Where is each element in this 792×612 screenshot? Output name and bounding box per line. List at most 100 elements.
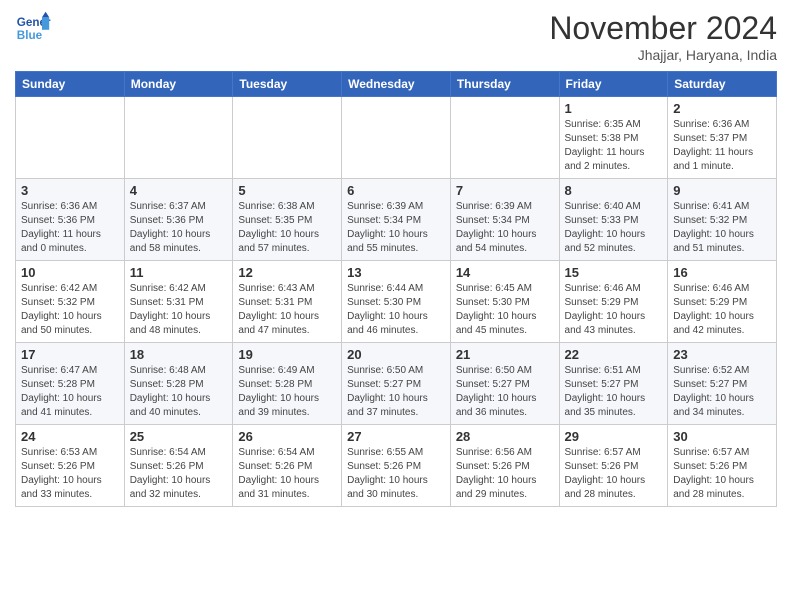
header-row: Sunday Monday Tuesday Wednesday Thursday…	[16, 72, 777, 97]
day-info: Sunrise: 6:42 AM Sunset: 5:31 PM Dayligh…	[130, 282, 228, 338]
table-row: 15 Sunrise: 6:46 AM Sunset: 5:29 PM Dayli…	[559, 261, 668, 343]
table-row: 1Sunrise: 6:35 AM Sunset: 5:38 PM Daylig…	[559, 97, 668, 179]
day-info: Sunrise: 6:44 AM Sunset: 5:30 PM Dayligh…	[347, 282, 445, 338]
day-number: 25	[130, 429, 228, 444]
subtitle: Jhajjar, Haryana, India	[549, 47, 777, 63]
day-info: Sunrise: 6:40 AM Sunset: 5:33 PM Dayligh…	[565, 200, 663, 256]
table-row: 10Sunrise: 6:42 AM Sunset: 5:32 PM Dayli…	[16, 261, 125, 343]
day-number: 23	[673, 347, 771, 362]
day-number: 6	[347, 183, 445, 198]
day-number: 3	[21, 183, 119, 198]
table-row: 19Sunrise: 6:49 AM Sunset: 5:28 PM Dayli…	[233, 343, 342, 425]
day-info: Sunrise: 6:46 AM Sunset: 5:29 PM Dayligh…	[565, 282, 663, 338]
day-number: 15	[565, 265, 663, 280]
day-number: 22	[565, 347, 663, 362]
col-sunday: Sunday	[16, 72, 125, 97]
table-row: 26 Sunrise: 6:54 AM Sunset: 5:26 PM Dayli…	[233, 425, 342, 507]
day-info: Sunrise: 6:53 AM Sunset: 5:26 PM Dayligh…	[21, 446, 119, 502]
day-number: 4	[130, 183, 228, 198]
day-info: Sunrise: 6:36 AM Sunset: 5:36 PM Dayligh…	[21, 200, 119, 256]
table-row: 11 Sunrise: 6:42 AM Sunset: 5:31 PM Dayli…	[124, 261, 233, 343]
table-row: 27 Sunrise: 6:55 AM Sunset: 5:26 PM Dayli…	[342, 425, 451, 507]
calendar-header: Sunday Monday Tuesday Wednesday Thursday…	[16, 72, 777, 97]
col-saturday: Saturday	[668, 72, 777, 97]
calendar-body: 1Sunrise: 6:35 AM Sunset: 5:38 PM Daylig…	[16, 97, 777, 507]
table-row: 17 Sunrise: 6:47 AM Sunset: 5:28 PM Dayli…	[16, 343, 125, 425]
logo-icon: General Blue	[15, 10, 51, 46]
day-info: Sunrise: 6:38 AM Sunset: 5:35 PM Dayligh…	[238, 200, 336, 256]
day-info: Sunrise: 6:50 AM Sunset: 5:27 PM Dayligh…	[347, 364, 445, 420]
calendar: Sunday Monday Tuesday Wednesday Thursday…	[15, 71, 777, 507]
day-info: Sunrise: 6:55 AM Sunset: 5:26 PM Dayligh…	[347, 446, 445, 502]
day-info: Sunrise: 6:51 AM Sunset: 5:27 PM Dayligh…	[565, 364, 663, 420]
day-number: 30	[673, 429, 771, 444]
day-info: Sunrise: 6:56 AM Sunset: 5:26 PM Dayligh…	[456, 446, 554, 502]
table-row: 9 Sunrise: 6:41 AM Sunset: 5:32 PM Daylig…	[668, 179, 777, 261]
table-row: 23 Sunrise: 6:52 AM Sunset: 5:27 PM Dayli…	[668, 343, 777, 425]
day-number: 19	[238, 347, 336, 362]
day-info: Sunrise: 6:54 AM Sunset: 5:26 PM Dayligh…	[238, 446, 336, 502]
week-row-3: 17 Sunrise: 6:47 AM Sunset: 5:28 PM Dayli…	[16, 343, 777, 425]
header: General Blue November 2024 Jhajjar, Hary…	[15, 10, 777, 63]
day-number: 2	[673, 101, 771, 116]
day-info: Sunrise: 6:57 AM Sunset: 5:26 PM Dayligh…	[673, 446, 771, 502]
table-row: 4 Sunrise: 6:37 AM Sunset: 5:36 PM Daylig…	[124, 179, 233, 261]
page: General Blue November 2024 Jhajjar, Hary…	[0, 0, 792, 522]
table-row: 8 Sunrise: 6:40 AM Sunset: 5:33 PM Daylig…	[559, 179, 668, 261]
day-info: Sunrise: 6:46 AM Sunset: 5:29 PM Dayligh…	[673, 282, 771, 338]
day-info: Sunrise: 6:47 AM Sunset: 5:28 PM Dayligh…	[21, 364, 119, 420]
col-tuesday: Tuesday	[233, 72, 342, 97]
table-row: 7 Sunrise: 6:39 AM Sunset: 5:34 PM Daylig…	[450, 179, 559, 261]
day-number: 12	[238, 265, 336, 280]
day-number: 8	[565, 183, 663, 198]
col-thursday: Thursday	[450, 72, 559, 97]
day-number: 24	[21, 429, 119, 444]
table-row: 25Sunrise: 6:54 AM Sunset: 5:26 PM Dayli…	[124, 425, 233, 507]
day-info: Sunrise: 6:37 AM Sunset: 5:36 PM Dayligh…	[130, 200, 228, 256]
table-row: 22 Sunrise: 6:51 AM Sunset: 5:27 PM Dayli…	[559, 343, 668, 425]
week-row-0: 1Sunrise: 6:35 AM Sunset: 5:38 PM Daylig…	[16, 97, 777, 179]
table-row: 28 Sunrise: 6:56 AM Sunset: 5:26 PM Dayli…	[450, 425, 559, 507]
day-number: 17	[21, 347, 119, 362]
day-number: 28	[456, 429, 554, 444]
day-info: Sunrise: 6:42 AM Sunset: 5:32 PM Dayligh…	[21, 282, 119, 338]
day-number: 20	[347, 347, 445, 362]
table-row	[450, 97, 559, 179]
week-row-2: 10Sunrise: 6:42 AM Sunset: 5:32 PM Dayli…	[16, 261, 777, 343]
title-area: November 2024 Jhajjar, Haryana, India	[549, 10, 777, 63]
table-row: 21 Sunrise: 6:50 AM Sunset: 5:27 PM Dayli…	[450, 343, 559, 425]
col-friday: Friday	[559, 72, 668, 97]
day-info: Sunrise: 6:39 AM Sunset: 5:34 PM Dayligh…	[347, 200, 445, 256]
day-info: Sunrise: 6:39 AM Sunset: 5:34 PM Dayligh…	[456, 200, 554, 256]
day-info: Sunrise: 6:45 AM Sunset: 5:30 PM Dayligh…	[456, 282, 554, 338]
table-row: 18 Sunrise: 6:48 AM Sunset: 5:28 PM Dayli…	[124, 343, 233, 425]
day-info: Sunrise: 6:48 AM Sunset: 5:28 PM Dayligh…	[130, 364, 228, 420]
table-row	[233, 97, 342, 179]
day-number: 27	[347, 429, 445, 444]
table-row	[342, 97, 451, 179]
table-row: 30 Sunrise: 6:57 AM Sunset: 5:26 PM Dayli…	[668, 425, 777, 507]
table-row	[16, 97, 125, 179]
day-number: 16	[673, 265, 771, 280]
day-number: 7	[456, 183, 554, 198]
day-number: 14	[456, 265, 554, 280]
day-number: 26	[238, 429, 336, 444]
day-number: 1	[565, 101, 663, 116]
day-info: Sunrise: 6:57 AM Sunset: 5:26 PM Dayligh…	[565, 446, 663, 502]
day-info: Sunrise: 6:36 AM Sunset: 5:37 PM Dayligh…	[673, 118, 771, 174]
table-row: 13Sunrise: 6:44 AM Sunset: 5:30 PM Dayli…	[342, 261, 451, 343]
day-number: 21	[456, 347, 554, 362]
day-info: Sunrise: 6:43 AM Sunset: 5:31 PM Dayligh…	[238, 282, 336, 338]
table-row: 29Sunrise: 6:57 AM Sunset: 5:26 PM Dayli…	[559, 425, 668, 507]
table-row: 24 Sunrise: 6:53 AM Sunset: 5:26 PM Dayli…	[16, 425, 125, 507]
day-info: Sunrise: 6:52 AM Sunset: 5:27 PM Dayligh…	[673, 364, 771, 420]
day-number: 11	[130, 265, 228, 280]
day-info: Sunrise: 6:41 AM Sunset: 5:32 PM Dayligh…	[673, 200, 771, 256]
table-row: 6 Sunrise: 6:39 AM Sunset: 5:34 PM Daylig…	[342, 179, 451, 261]
day-number: 9	[673, 183, 771, 198]
day-number: 18	[130, 347, 228, 362]
svg-text:Blue: Blue	[17, 29, 43, 42]
day-info: Sunrise: 6:50 AM Sunset: 5:27 PM Dayligh…	[456, 364, 554, 420]
week-row-4: 24 Sunrise: 6:53 AM Sunset: 5:26 PM Dayli…	[16, 425, 777, 507]
table-row: 14 Sunrise: 6:45 AM Sunset: 5:30 PM Dayli…	[450, 261, 559, 343]
